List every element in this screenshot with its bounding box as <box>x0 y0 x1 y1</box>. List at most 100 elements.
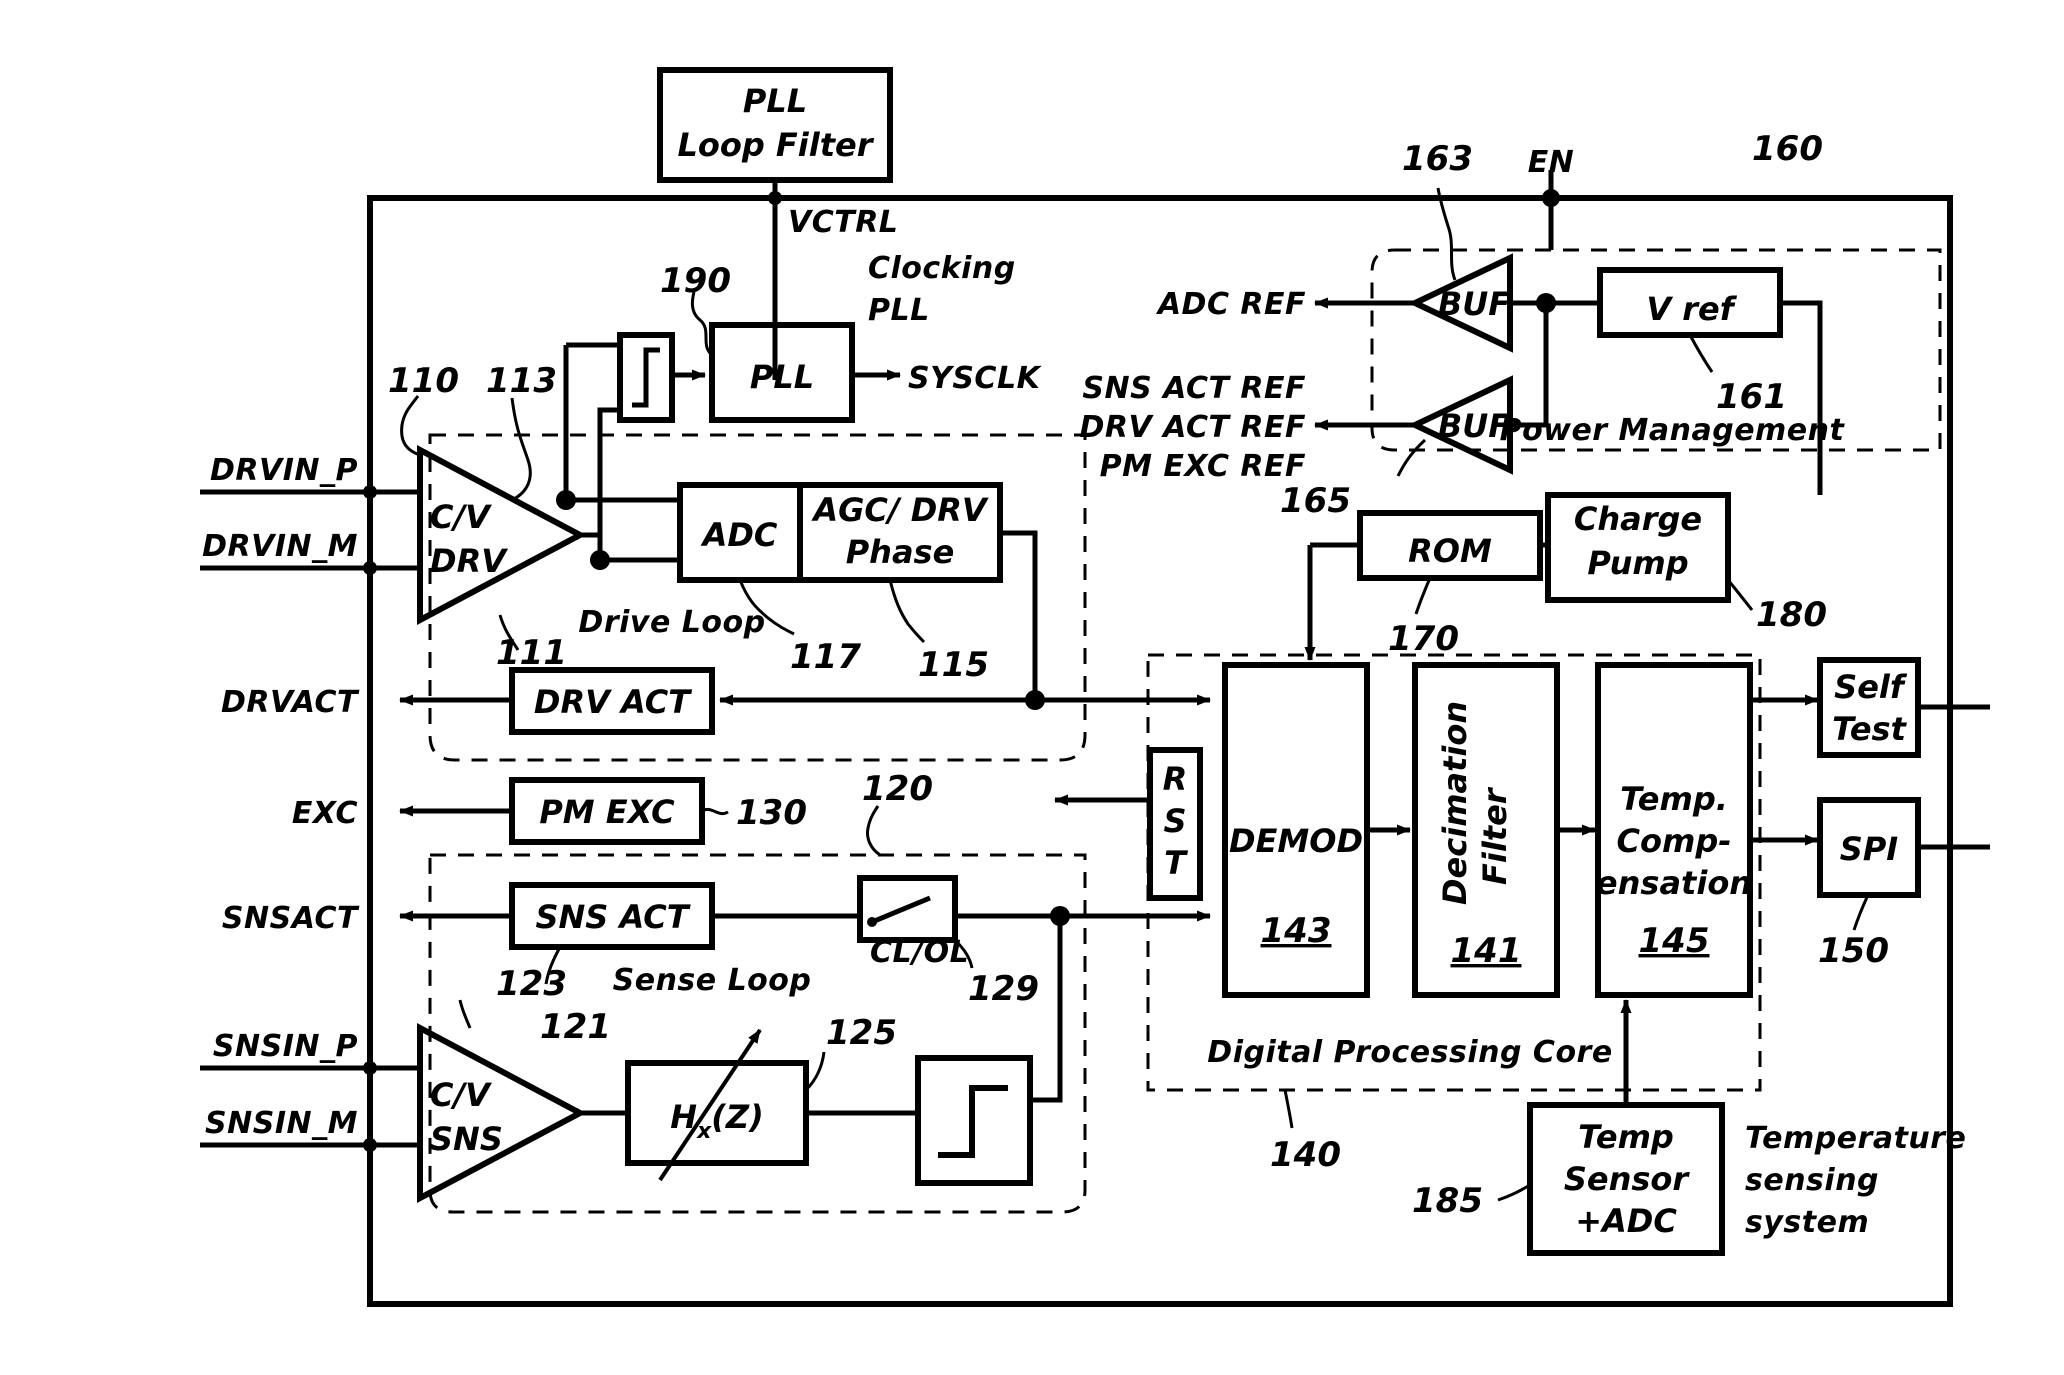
agc-line1: AGC/ DRV <box>810 491 989 529</box>
sense-loop-label: Sense Loop <box>613 963 812 998</box>
ref-121: 121 <box>540 1007 611 1047</box>
glyph-hysteresis-sns <box>938 1085 1008 1158</box>
pll-loop-filter-line2: Loop Filter <box>678 126 875 164</box>
rst-letter-t: T <box>1164 844 1188 882</box>
ref-170: 170 <box>1388 619 1459 659</box>
ref-115: 115 <box>918 645 989 685</box>
ref-185: 185 <box>1412 1181 1483 1221</box>
glyph-switch <box>871 895 931 925</box>
self-test-line2: Test <box>1832 710 1907 748</box>
signal-sns-act-ref: SNS ACT REF <box>1082 371 1306 406</box>
pin-exc: EXC <box>292 796 358 831</box>
power-management-label: Power Management <box>1500 413 1846 448</box>
cv-sns-line2: SNS <box>430 1120 503 1158</box>
patent-diagram: PLL Loop Filter VCTRL Clocking PLL 190 P… <box>200 67 1990 1307</box>
leader-185 <box>1497 1183 1531 1202</box>
leader-170 <box>1414 577 1432 615</box>
leader-140 <box>1283 1089 1294 1129</box>
charge-pump-line2: Pump <box>1587 544 1688 582</box>
digital-core-label: Digital Processing Core <box>1207 1035 1612 1070</box>
ref-130: 130 <box>736 793 807 833</box>
signal-pm-exc-ref: PM EXC REF <box>1100 449 1306 484</box>
ref-129: 129 <box>968 969 1039 1009</box>
spi-label: SPI <box>1840 830 1899 868</box>
leader-165 <box>1396 438 1427 477</box>
ref-190: 190 <box>660 261 731 301</box>
pin-snsin-m: SNSIN_M <box>205 1106 358 1141</box>
pm-exc-label: PM EXC <box>539 793 675 831</box>
ref-160: 160 <box>1752 129 1823 169</box>
charge-pump-line1: Charge <box>1574 500 1702 538</box>
temp-sensing-line3: system <box>1745 1205 1869 1240</box>
pin-vctrl: VCTRL <box>788 205 898 240</box>
pin-drvin-m: DRVIN_M <box>202 529 358 564</box>
ref-163: 163 <box>1402 139 1473 179</box>
leader-150 <box>1852 894 1870 931</box>
leader-130 <box>701 807 729 816</box>
glyph-hysteresis-drv <box>632 347 660 408</box>
temp-sensor-line3: +ADC <box>1575 1202 1677 1240</box>
adc-label: ADC <box>700 516 778 554</box>
pin-drvin-p: DRVIN_P <box>210 453 358 488</box>
ref-110: 110 <box>388 361 459 401</box>
temp-sensing-line2: sensing <box>1745 1163 1879 1198</box>
cv-drv-line1: C/V <box>430 498 492 536</box>
pin-snsin-p: SNSIN_P <box>213 1029 358 1064</box>
pin-drvact: DRVACT <box>221 685 360 720</box>
pll-label: PLL <box>750 358 814 396</box>
temp-comp-line3: ensation <box>1596 864 1752 902</box>
sns-act-label: SNS ACT <box>535 898 690 936</box>
leader-115 <box>888 579 926 644</box>
clocking-pll-line1: Clocking <box>868 251 1016 286</box>
signal-sysclk: SYSCLK <box>908 361 1043 396</box>
leader-180 <box>1726 579 1754 611</box>
ref-125: 125 <box>826 1013 897 1053</box>
drv-act-label: DRV ACT <box>534 683 692 721</box>
buf-top-label: BUF <box>1438 285 1510 323</box>
temp-sensor-line1: Temp <box>1578 1118 1674 1156</box>
decimation-filter-line2: Filter <box>1476 786 1514 885</box>
cv-sns-line1: C/V <box>430 1076 492 1114</box>
ref-150: 150 <box>1818 931 1889 971</box>
decimation-filter-line1: Decimation <box>1436 701 1474 905</box>
leader-113 <box>510 397 532 502</box>
demod-label: DEMOD <box>1229 822 1363 860</box>
cl-ol-label: CL/OL <box>870 935 969 970</box>
ref-123: 123 <box>496 964 567 1004</box>
ref-143: 143 <box>1261 911 1332 951</box>
wire-vref-down <box>1510 303 1549 428</box>
pin-en: EN <box>1528 145 1575 180</box>
rst-letter-s: S <box>1163 802 1186 840</box>
signal-adc-ref: ADC REF <box>1156 287 1306 322</box>
wire-agc-out <box>1000 530 1038 700</box>
ref-165: 165 <box>1280 481 1351 521</box>
figure-canvas: PLL Loop Filter VCTRL Clocking PLL 190 P… <box>0 0 2064 1375</box>
ref-117: 117 <box>790 637 861 677</box>
hxz-arg: (Z) <box>711 1098 763 1136</box>
cv-drv-line2: DRV <box>430 542 508 580</box>
pin-snsact: SNSACT <box>222 901 360 936</box>
ref-111: 111 <box>496 633 567 673</box>
leader-161 <box>1688 334 1714 373</box>
temp-sensor-line2: Sensor <box>1564 1160 1691 1198</box>
rom-label: ROM <box>1408 532 1492 570</box>
leader-163 <box>1436 187 1457 281</box>
wire-cvdrv-to-comp-bot <box>597 407 620 560</box>
leader-120 <box>866 805 881 857</box>
clocking-pll-line2: PLL <box>868 293 930 328</box>
hxz-h: H <box>670 1098 697 1136</box>
hxz-sub: x <box>696 1119 712 1144</box>
temp-sensing-line1: Temperature <box>1745 1121 1966 1156</box>
ref-145: 145 <box>1639 921 1710 961</box>
agc-line2: Phase <box>846 533 955 571</box>
pll-loop-filter-line1: PLL <box>743 82 807 120</box>
ref-113: 113 <box>486 361 557 401</box>
ref-141: 141 <box>1451 931 1522 971</box>
temp-comp-line2: Comp- <box>1617 822 1732 860</box>
ref-180: 180 <box>1756 595 1827 635</box>
ref-140: 140 <box>1270 1135 1341 1175</box>
signal-drv-act-ref: DRV ACT REF <box>1080 410 1306 445</box>
vref-label: V ref <box>1646 290 1737 328</box>
self-test-line1: Self <box>1834 668 1908 706</box>
ref-161: 161 <box>1716 377 1787 417</box>
